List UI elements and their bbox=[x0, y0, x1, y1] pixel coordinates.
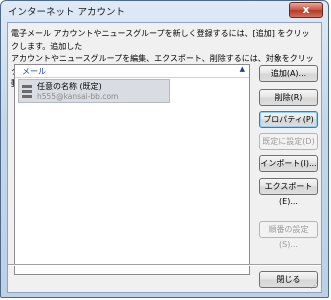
set-order-button[interactable]: 順番の設定(S)... bbox=[259, 221, 318, 249]
window-close-button[interactable]: x bbox=[289, 2, 323, 18]
internet-accounts-window: インターネット アカウント x 電子メール アカウントやニュースグループを新しく… bbox=[0, 0, 329, 298]
list-item-account[interactable]: 任意の名称 (既定) h555@kansai-bb.com bbox=[18, 79, 170, 103]
properties-button[interactable]: プロパティ(P) bbox=[259, 111, 318, 128]
import-button[interactable]: インポート(I)... bbox=[259, 155, 318, 172]
window-title: インターネット アカウント bbox=[8, 7, 126, 18]
list-group-label: メール bbox=[22, 67, 46, 76]
resize-grip-icon[interactable]: ⋰ bbox=[310, 281, 320, 291]
close-icon: x bbox=[302, 3, 310, 16]
collapse-arrow-icon[interactable]: ▲ bbox=[240, 65, 245, 73]
account-name: 任意の名称 (既定) bbox=[37, 82, 102, 91]
dialog-client-area: 電子メール アカウントやニュースグループを新しく登録するには、[追加] をクリッ… bbox=[7, 22, 322, 293]
set-default-button[interactable]: 既定に設定(D) bbox=[259, 133, 318, 150]
export-button[interactable]: エクスポート(E)... bbox=[259, 178, 318, 206]
list-group-header[interactable]: メール ▲ bbox=[15, 65, 249, 78]
mail-account-icon bbox=[22, 85, 32, 98]
add-button[interactable]: 追加(A)... bbox=[259, 65, 318, 82]
remove-button[interactable]: 削除(R) bbox=[259, 89, 318, 106]
account-email: h555@kansai-bb.com bbox=[37, 92, 119, 101]
account-list[interactable]: メール ▲ 任意の名称 (既定) h555@kansai-bb.com bbox=[14, 64, 250, 275]
title-bar[interactable]: インターネット アカウント x bbox=[1, 1, 328, 21]
divider bbox=[8, 264, 321, 266]
